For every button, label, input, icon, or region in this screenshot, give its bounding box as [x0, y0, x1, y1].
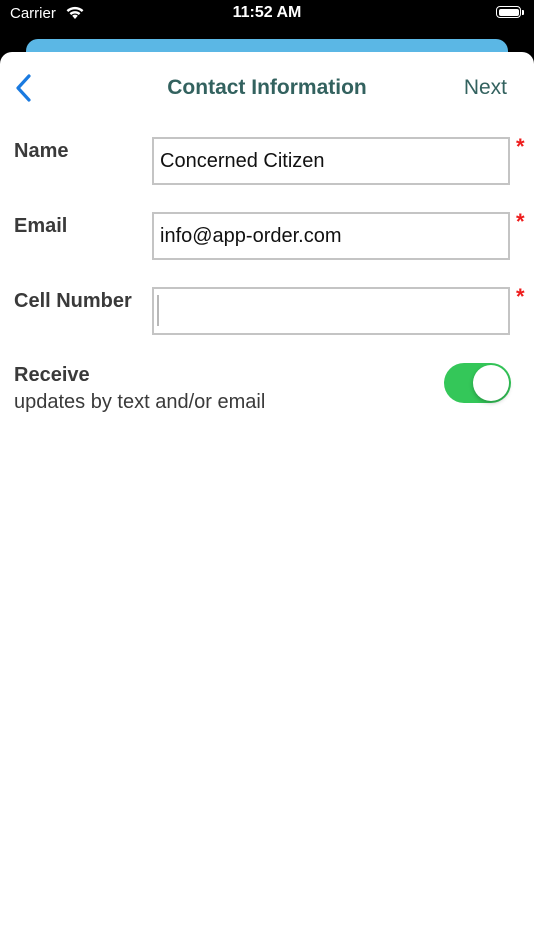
- status-bar: Carrier 11:52 AM: [0, 0, 534, 34]
- cell-number-required-mark: *: [516, 284, 525, 309]
- name-field[interactable]: [152, 137, 510, 185]
- name-label: Name: [14, 140, 69, 162]
- page-title: Contact Information: [167, 76, 367, 99]
- receive-label: Receive: [14, 364, 90, 386]
- screen: Carrier 11:52 AM Contact Information Nex…: [0, 0, 534, 950]
- contact-sheet: Contact Information Next Name * Email * …: [0, 52, 534, 950]
- email-label: Email: [14, 215, 68, 237]
- receive-updates-toggle[interactable]: [444, 363, 511, 403]
- nav-bar: Contact Information Next: [0, 52, 534, 124]
- status-time: 11:52 AM: [232, 4, 302, 21]
- cell-number-label: Cell Number: [14, 290, 132, 312]
- battery-icon: [496, 6, 524, 18]
- email-field[interactable]: [152, 212, 510, 260]
- cell-number-field[interactable]: [152, 287, 510, 335]
- name-required-mark: *: [516, 134, 525, 159]
- toggle-knob: [473, 365, 509, 401]
- text-caret: [157, 295, 159, 326]
- receive-sublabel: updates by text and/or email: [14, 391, 266, 413]
- next-button[interactable]: Next: [464, 76, 507, 100]
- email-required-mark: *: [516, 209, 525, 234]
